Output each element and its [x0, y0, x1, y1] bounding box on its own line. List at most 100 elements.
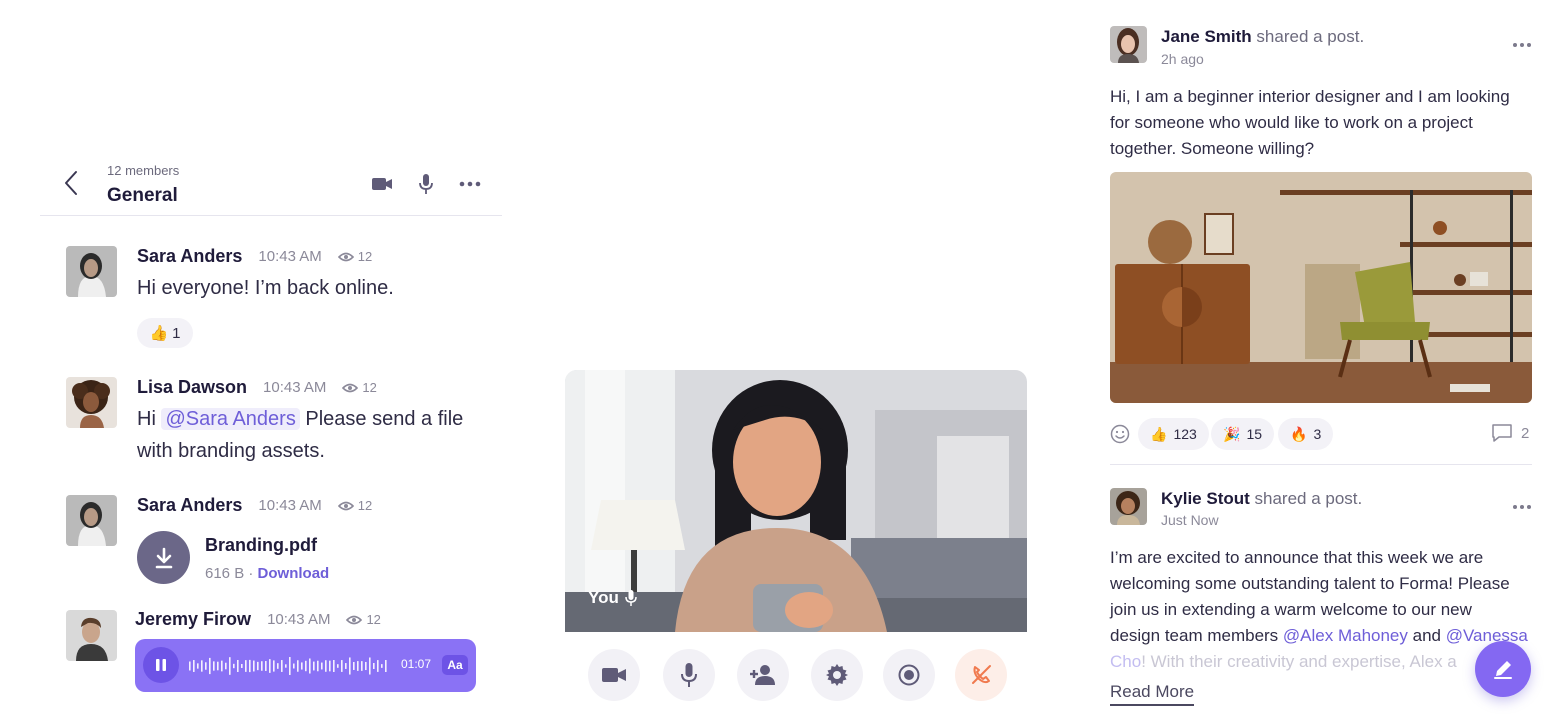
- post-author[interactable]: Jane Smith: [1161, 27, 1252, 46]
- waveform-bar: [233, 663, 235, 669]
- post-image[interactable]: [1110, 172, 1532, 403]
- message-text-part: Please send a file: [299, 408, 464, 430]
- transcript-toggle[interactable]: Aa: [442, 655, 468, 675]
- toggle-camera-button[interactable]: [588, 649, 640, 701]
- waveform-bar: [217, 661, 219, 671]
- voice-call-button[interactable]: [413, 172, 439, 196]
- waveform-bar: [281, 660, 283, 672]
- reaction-pill[interactable]: 👍 1: [137, 318, 193, 348]
- end-call-button[interactable]: [955, 649, 1007, 701]
- pencil-icon: [1494, 661, 1512, 679]
- waveform-bar: [297, 660, 299, 672]
- settings-button[interactable]: [811, 649, 863, 701]
- waveform-bar: [333, 660, 335, 672]
- message-text-part: with branding assets.: [137, 440, 325, 462]
- avatar[interactable]: [66, 610, 117, 661]
- more-horizontal-icon: [1513, 43, 1517, 47]
- audio-waveform[interactable]: [189, 654, 391, 678]
- sender-name[interactable]: Sara Anders: [137, 495, 242, 516]
- post-line: design team members @Alex Mahoney and @V…: [1110, 623, 1535, 649]
- reaction-count: 1: [172, 324, 181, 342]
- waveform-bar: [209, 657, 211, 675]
- reaction-pill[interactable]: 👍 123: [1138, 418, 1209, 450]
- message-time: 10:43 AM: [258, 497, 322, 514]
- download-link[interactable]: Download: [258, 565, 330, 582]
- message-time: 10:43 AM: [267, 611, 331, 628]
- post-body: Hi, I am a beginner interior designer an…: [1110, 84, 1535, 162]
- user-mention[interactable]: @Alex Mahoney: [1283, 626, 1408, 645]
- waveform-bar: [345, 663, 347, 669]
- message-text: Hi everyone! I’m back online.: [137, 277, 394, 299]
- video-feed: You: [565, 370, 1027, 632]
- add-reaction-button[interactable]: [1110, 424, 1130, 444]
- channel-title: General: [107, 185, 178, 206]
- more-horizontal-icon: [1527, 505, 1531, 509]
- message-time: 10:43 AM: [258, 248, 322, 265]
- waveform-bar: [301, 662, 303, 670]
- post-more-button[interactable]: [1513, 41, 1535, 49]
- waveform-bar: [361, 661, 363, 671]
- post-more-button[interactable]: [1513, 503, 1535, 511]
- post-text-part: and: [1407, 626, 1446, 645]
- pause-button[interactable]: [143, 647, 179, 683]
- waveform-bar: [213, 661, 215, 671]
- waveform-bar: [317, 660, 319, 672]
- waveform-bar: [277, 663, 279, 669]
- download-icon: [155, 547, 172, 568]
- user-mention[interactable]: @Vanessa: [1446, 626, 1528, 645]
- toggle-microphone-button[interactable]: [663, 649, 715, 701]
- avatar[interactable]: [66, 495, 117, 546]
- user-mention[interactable]: Cho: [1110, 652, 1141, 671]
- avatar[interactable]: [1110, 488, 1147, 525]
- waveform-bar: [309, 658, 311, 674]
- member-count: 12 members: [107, 163, 180, 178]
- record-button[interactable]: [883, 649, 935, 701]
- sender-name[interactable]: Sara Anders: [137, 246, 242, 267]
- video-call-button[interactable]: [369, 172, 395, 196]
- waveform-bar: [385, 660, 387, 672]
- read-more-link[interactable]: Read More: [1110, 682, 1195, 706]
- waveform-bar: [221, 660, 223, 672]
- view-count-value: 12: [366, 612, 381, 627]
- waveform-bar: [201, 660, 203, 672]
- waveform-bar: [261, 661, 263, 671]
- chevron-left-icon: [65, 171, 77, 195]
- avatar[interactable]: [66, 377, 117, 428]
- file-size: 616 B: [205, 565, 245, 582]
- waveform-bar: [257, 661, 259, 671]
- microphone-icon: [625, 590, 637, 606]
- more-options-button[interactable]: [457, 172, 483, 196]
- back-button[interactable]: [60, 168, 84, 198]
- post-text-part: ! With their creativity and expertise, A…: [1141, 652, 1457, 671]
- waveform-bar: [373, 663, 375, 669]
- avatar[interactable]: [66, 246, 117, 297]
- waveform-bar: [253, 660, 255, 672]
- post-line: for someone who would like to work on a …: [1110, 113, 1473, 132]
- message-header: Lisa Dawson 10:43 AM 12: [137, 377, 377, 398]
- compose-post-button[interactable]: [1475, 641, 1531, 697]
- user-mention[interactable]: @Sara Anders: [161, 408, 300, 430]
- waveform-bar: [313, 661, 315, 671]
- waveform-bar: [305, 660, 307, 672]
- reaction-pill[interactable]: 🎉 15: [1211, 418, 1275, 450]
- reaction-pill[interactable]: 🔥 3: [1278, 418, 1334, 450]
- video-icon: [372, 178, 392, 190]
- file-download-button[interactable]: [137, 531, 190, 584]
- add-participant-button[interactable]: [737, 649, 789, 701]
- fire-icon: 🔥: [1290, 425, 1308, 442]
- post-line: welcoming some outstanding talent to For…: [1110, 574, 1510, 593]
- sender-name[interactable]: Lisa Dawson: [137, 377, 247, 398]
- comments-button[interactable]: 2: [1491, 423, 1529, 443]
- reaction-count: 15: [1246, 426, 1263, 442]
- message-item: Sara Anders 10:43 AM 12 Hi everyone! I’m…: [66, 246, 486, 356]
- gear-icon: [826, 664, 848, 686]
- avatar[interactable]: [1110, 26, 1147, 63]
- more-horizontal-icon: [1520, 43, 1524, 47]
- post-author[interactable]: Kylie Stout: [1161, 489, 1250, 508]
- microphone-icon: [419, 174, 433, 194]
- post-body: I’m are excited to announce that this we…: [1110, 545, 1535, 675]
- eye-icon: [337, 501, 354, 510]
- waveform-bar: [269, 659, 271, 673]
- message-header: Sara Anders 10:43 AM 12: [137, 495, 372, 516]
- sender-name[interactable]: Jeremy Firow: [135, 609, 251, 630]
